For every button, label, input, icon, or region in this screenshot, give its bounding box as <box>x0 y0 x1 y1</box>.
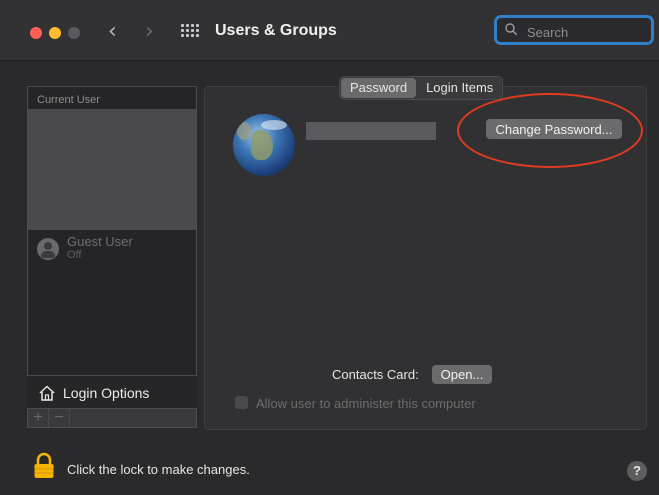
admin-checkbox-label: Allow user to administer this computer <box>256 396 476 411</box>
user-name-field[interactable] <box>306 122 436 140</box>
current-user-header: Current User <box>37 94 100 106</box>
guest-user-status: Off <box>67 249 82 261</box>
add-remove-bar: + − <box>27 408 197 428</box>
zoom-window-button[interactable] <box>68 27 80 39</box>
window-title: Users & Groups <box>215 22 337 39</box>
help-button[interactable]: ? <box>627 461 647 481</box>
grid-icon[interactable] <box>181 24 199 38</box>
close-window-button[interactable] <box>30 27 42 39</box>
forward-button[interactable]: › <box>145 20 154 44</box>
lock-message: Click the lock to make changes. <box>67 462 250 477</box>
add-user-button[interactable]: + <box>28 408 49 428</box>
login-options-button[interactable]: Login Options <box>27 375 197 408</box>
guest-user-row[interactable]: Guest User Off <box>37 234 187 264</box>
contacts-card-label: Contacts Card: <box>332 367 419 382</box>
search-icon <box>505 23 517 35</box>
highlight-ring <box>457 93 643 168</box>
guest-user-avatar <box>37 238 59 260</box>
tab-login-items[interactable]: Login Items <box>417 77 502 99</box>
users-groups-window: ‹ › Users & Groups Current User Guest Us… <box>0 0 659 495</box>
user-picture-globe[interactable] <box>233 114 295 176</box>
admin-checkbox[interactable] <box>235 396 248 409</box>
house-icon <box>39 385 55 401</box>
tab-password[interactable]: Password <box>341 78 417 98</box>
remove-user-button[interactable]: − <box>49 408 70 428</box>
title-bar: ‹ › Users & Groups <box>0 0 659 61</box>
tab-bar: Password Login Items <box>339 76 504 100</box>
minimize-window-button[interactable] <box>49 27 61 39</box>
current-user-row[interactable] <box>28 109 196 230</box>
search-field[interactable] <box>494 15 654 45</box>
guest-user-name: Guest User <box>67 234 133 249</box>
user-list: Current User Guest User Off <box>27 86 197 408</box>
lock-icon[interactable] <box>33 452 55 480</box>
login-options-label: Login Options <box>63 385 150 401</box>
search-input[interactable] <box>525 21 649 43</box>
open-contacts-button[interactable]: Open... <box>432 365 492 384</box>
back-button[interactable]: ‹ <box>108 20 117 44</box>
